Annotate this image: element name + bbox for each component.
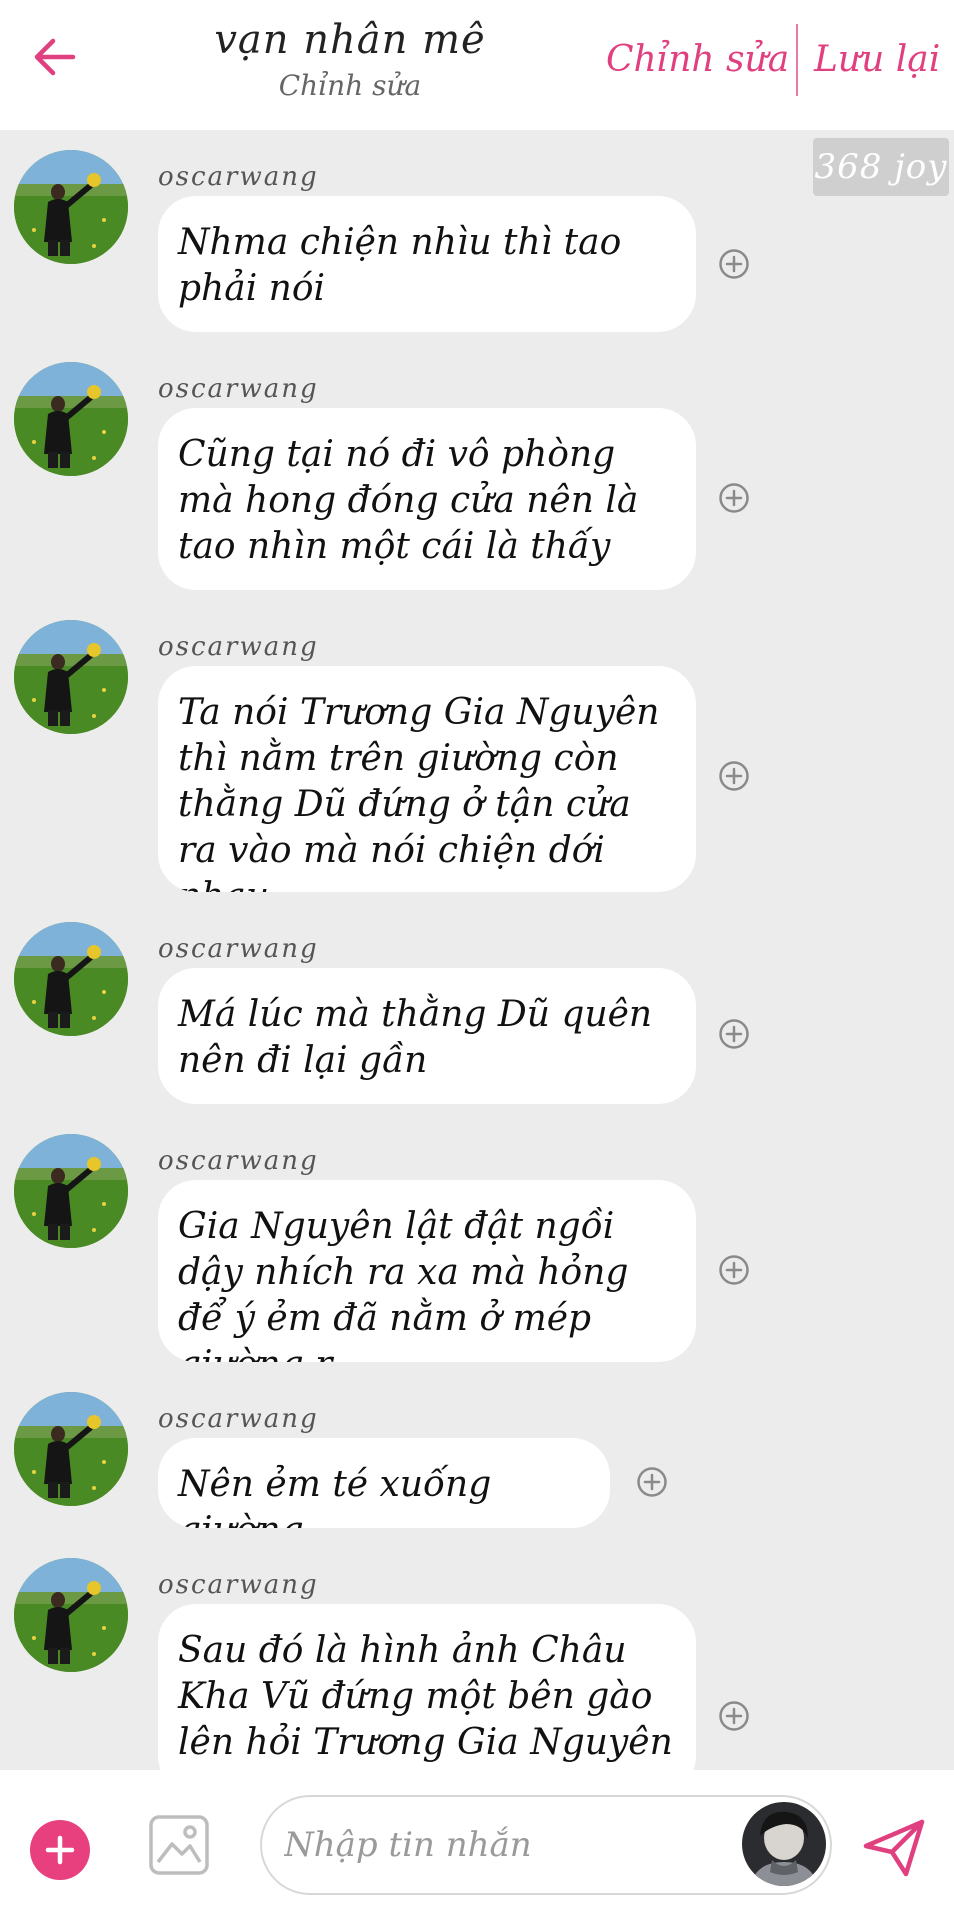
message-bubble[interactable]: Gia Nguyên lật đật ngồi dậy nhích ra xa …: [158, 1180, 696, 1362]
sender-name: oscarwang: [158, 162, 319, 192]
sender-name: oscarwang: [158, 1146, 319, 1176]
sender-avatar[interactable]: [14, 362, 128, 476]
back-arrow-icon: [34, 38, 76, 76]
save-button[interactable]: Lưu lại: [814, 36, 940, 84]
circle-plus-icon: [719, 249, 749, 279]
sender-avatar[interactable]: [14, 922, 128, 1036]
circle-plus-icon: [719, 1019, 749, 1049]
circle-plus-icon: [719, 1701, 749, 1731]
plus-icon: [45, 1835, 75, 1865]
add-reaction-button[interactable]: [718, 1254, 750, 1286]
sender-name: oscarwang: [158, 1570, 319, 1600]
edit-button[interactable]: Chỉnh sửa: [606, 36, 789, 84]
message-bubble[interactable]: Ta nói Trương Gia Nguyên thì nằm trên gi…: [158, 666, 696, 892]
message-bubble[interactable]: Cũng tại nó đi vô phòng mà hong đóng cửa…: [158, 408, 696, 590]
send-button[interactable]: [862, 1818, 926, 1878]
image-picker-button[interactable]: [148, 1814, 210, 1876]
message-input[interactable]: [284, 1815, 744, 1875]
sender-avatar[interactable]: [14, 1134, 128, 1248]
joy-counter-badge: 368 joy: [813, 138, 949, 196]
circle-plus-icon: [719, 483, 749, 513]
chat-subtitle: Chỉnh sửa: [278, 69, 422, 102]
sender-name: oscarwang: [158, 934, 319, 964]
message-bubble[interactable]: Sau đó là hình ảnh Châu Kha Vũ đứng một …: [158, 1604, 696, 1794]
title-block: vạn nhân mê Chỉnh sửa: [180, 12, 520, 104]
character-avatar-button[interactable]: [742, 1802, 826, 1886]
sender-name: oscarwang: [158, 632, 319, 662]
character-avatar-image: [742, 1802, 826, 1886]
add-reaction-button[interactable]: [636, 1466, 668, 1498]
sender-avatar[interactable]: [14, 620, 128, 734]
message-bubble[interactable]: Nhma chiện nhìu thì tao phải nói: [158, 196, 696, 332]
send-icon: [863, 1819, 925, 1877]
chat-title: vạn nhân mê: [214, 17, 486, 63]
sender-name: oscarwang: [158, 1404, 319, 1434]
add-reaction-button[interactable]: [718, 1700, 750, 1732]
message-bubble[interactable]: Má lúc mà thằng Dũ quên nên đi lại gần: [158, 968, 696, 1104]
sender-avatar[interactable]: [14, 1558, 128, 1672]
image-icon: [149, 1815, 209, 1875]
add-reaction-button[interactable]: [718, 482, 750, 514]
back-button[interactable]: [30, 32, 80, 82]
header-divider: [796, 24, 798, 96]
circle-plus-icon: [719, 761, 749, 791]
add-attachment-button[interactable]: [30, 1820, 90, 1880]
add-reaction-button[interactable]: [718, 1018, 750, 1050]
top-bar: vạn nhân mê Chỉnh sửa Chỉnh sửa Lưu lại: [0, 0, 954, 130]
sender-avatar[interactable]: [14, 1392, 128, 1506]
message-bubble[interactable]: Nên ẻm té xuống giường: [158, 1438, 610, 1528]
circle-plus-icon: [719, 1255, 749, 1285]
add-reaction-button[interactable]: [718, 248, 750, 280]
sender-avatar[interactable]: [14, 150, 128, 264]
add-reaction-button[interactable]: [718, 760, 750, 792]
sender-name: oscarwang: [158, 374, 319, 404]
circle-plus-icon: [637, 1467, 667, 1497]
